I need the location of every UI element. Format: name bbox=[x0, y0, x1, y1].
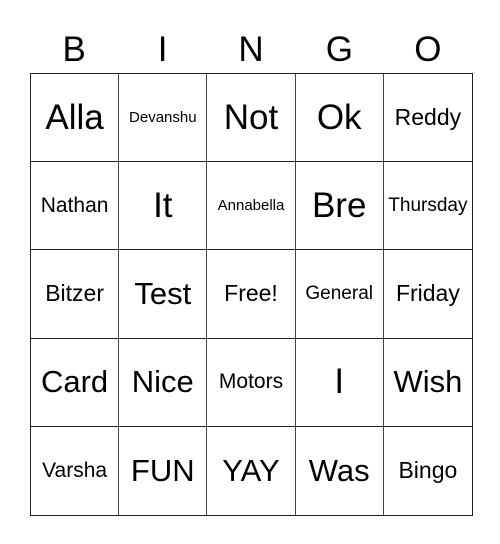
free-space-cell[interactable]: Free! bbox=[207, 250, 296, 339]
bingo-cell[interactable]: Reddy bbox=[383, 74, 472, 163]
bingo-cell[interactable]: FUN bbox=[119, 426, 208, 515]
bingo-cell[interactable]: Wish bbox=[383, 339, 472, 427]
bingo-cell[interactable]: Bre bbox=[295, 162, 384, 251]
bingo-cell[interactable]: Alla bbox=[31, 74, 120, 163]
bingo-cell[interactable]: Not bbox=[207, 74, 296, 163]
bingo-cell[interactable]: Card bbox=[31, 338, 120, 427]
header-letter-g: G bbox=[325, 30, 354, 69]
header-letter-o: O bbox=[414, 30, 442, 69]
bingo-cell[interactable]: Was bbox=[296, 426, 384, 515]
bingo-cell[interactable]: Ok bbox=[295, 74, 384, 163]
bingo-cell[interactable]: I bbox=[295, 338, 384, 427]
bingo-cell[interactable]: Nice bbox=[119, 338, 208, 427]
bingo-header: B I N G O bbox=[30, 28, 472, 72]
bingo-cell[interactable]: Devanshu bbox=[119, 74, 208, 163]
bingo-cell[interactable]: Bingo bbox=[384, 427, 472, 515]
bingo-cell[interactable]: Nathan bbox=[31, 162, 120, 251]
bingo-cell[interactable]: Test bbox=[119, 250, 208, 339]
header-letter-n: N bbox=[238, 30, 264, 69]
bingo-cell[interactable]: Motors bbox=[207, 338, 296, 427]
bingo-cell[interactable]: Annabella bbox=[207, 162, 296, 251]
bingo-cell[interactable]: It bbox=[119, 162, 208, 251]
bingo-cell[interactable]: Varsha bbox=[31, 426, 120, 515]
bingo-cell[interactable]: YAY bbox=[207, 426, 296, 515]
bingo-cell[interactable]: Friday bbox=[383, 250, 472, 339]
bingo-cell[interactable]: General bbox=[295, 250, 384, 339]
header-letter-b: B bbox=[62, 30, 86, 69]
bingo-cell[interactable]: Bitzer bbox=[31, 250, 120, 339]
bingo-cell[interactable]: Thursday bbox=[383, 162, 472, 251]
header-letter-i: I bbox=[157, 30, 168, 69]
bingo-card: Alla Devanshu Not Ok Reddy Nathan It Ann… bbox=[30, 73, 473, 516]
